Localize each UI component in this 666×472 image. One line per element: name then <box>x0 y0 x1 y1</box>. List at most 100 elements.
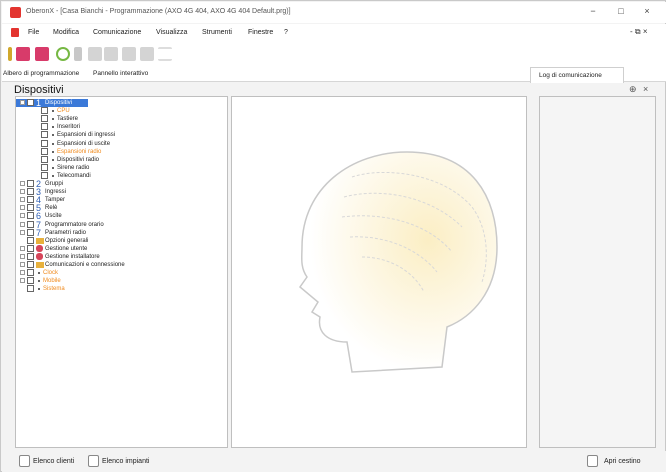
tree-item[interactable]: 7 Programmatore orario <box>16 220 216 229</box>
export-icon[interactable] <box>140 47 154 61</box>
tree-item[interactable]: Sistema <box>16 285 216 293</box>
tree-item[interactable]: Sirene radio <box>16 163 216 172</box>
head-illustration <box>298 151 498 373</box>
tree-item[interactable]: 2 Gruppi <box>16 180 216 189</box>
expand-toggle-icon[interactable] <box>20 189 25 195</box>
bullet-icon <box>52 158 54 161</box>
open-icon[interactable] <box>16 47 30 61</box>
tree-item[interactable]: Tastiere <box>16 115 216 123</box>
tree-item[interactable]: CPU <box>16 107 216 115</box>
tree-item[interactable]: 4 Tamper <box>16 196 216 205</box>
tree-item[interactable]: 1 Dispositivi <box>16 99 88 108</box>
tree-item[interactable]: Telecomandi <box>16 171 216 180</box>
menu-finestre[interactable]: Finestre <box>248 29 273 36</box>
tree-item[interactable]: Mobile <box>16 277 216 285</box>
tree-item[interactable]: Comunicazioni e connessione <box>16 261 216 269</box>
tree-checkbox[interactable] <box>41 123 48 131</box>
tab-pannello-interattivo[interactable]: Pannello interattivo <box>93 70 148 77</box>
tree-item[interactable]: Espansioni di uscite <box>16 139 216 148</box>
tree-item[interactable]: Gestione installatore <box>16 252 216 261</box>
upload-icon[interactable] <box>104 47 118 61</box>
compare-icon[interactable] <box>122 47 136 61</box>
tree-item[interactable]: 5 Relè <box>16 204 216 213</box>
tree-item-label: Telecomandi <box>57 172 91 179</box>
mdi-window-controls[interactable]: - ⧉ × <box>630 27 648 37</box>
tree-checkbox[interactable] <box>27 277 34 285</box>
tree-checkbox[interactable] <box>27 212 34 220</box>
stop-icon[interactable] <box>74 47 82 61</box>
tree-checkbox[interactable] <box>27 252 34 260</box>
tree-checkbox[interactable] <box>27 188 34 196</box>
bullet-icon <box>38 288 40 291</box>
bullet-icon <box>52 166 54 169</box>
panel-close-icon[interactable]: × <box>643 84 648 94</box>
tree-checkbox[interactable] <box>41 155 48 163</box>
tree-item[interactable]: 6 Uscite <box>16 212 216 221</box>
tree-checkbox[interactable] <box>27 180 34 187</box>
list-icon[interactable] <box>158 47 172 61</box>
tree-item[interactable]: 3 Ingressi <box>16 188 216 197</box>
clients-list-button[interactable]: Elenco clienti <box>33 458 74 465</box>
tree-item-label: Sistema <box>43 286 65 293</box>
tree-checkbox[interactable] <box>41 163 48 171</box>
download-icon[interactable] <box>88 47 102 61</box>
tree-item[interactable]: Inseritori <box>16 123 216 131</box>
menu-modifica[interactable]: Modifica <box>53 29 79 36</box>
maximize-button[interactable]: □ <box>614 6 628 16</box>
close-button[interactable]: × <box>640 6 654 16</box>
expand-toggle-icon[interactable] <box>20 213 25 219</box>
menu-visualizza[interactable]: Visualizza <box>156 29 187 36</box>
tree-item[interactable]: Opzioni generali <box>16 236 216 245</box>
tree-checkbox[interactable] <box>27 285 34 293</box>
tab-albero-programmazione[interactable]: Albero di programmazione <box>3 70 79 77</box>
tree-checkbox[interactable] <box>27 269 34 277</box>
tree-checkbox[interactable] <box>27 196 34 204</box>
menu-file[interactable]: File <box>28 29 39 36</box>
tree-checkbox[interactable] <box>27 236 34 244</box>
tree-checkbox[interactable] <box>41 115 48 123</box>
plants-list-button[interactable]: Elenco impianti <box>102 458 149 465</box>
tree-item[interactable]: Clock <box>16 269 216 277</box>
tree-item[interactable]: Espansioni radio <box>16 147 216 156</box>
expand-toggle-icon[interactable] <box>20 100 25 105</box>
tree-checkbox[interactable] <box>41 107 48 115</box>
expand-toggle-icon[interactable] <box>20 181 25 186</box>
tree-checkbox[interactable] <box>41 139 48 147</box>
play-icon[interactable] <box>56 47 70 61</box>
expand-toggle-icon[interactable] <box>20 262 25 267</box>
tab-log-comunicazione[interactable]: Log di comunicazione <box>530 67 624 83</box>
expand-toggle-icon[interactable] <box>20 221 25 227</box>
expand-toggle-icon[interactable] <box>20 278 25 284</box>
tree-checkbox[interactable] <box>41 131 48 139</box>
menu-comunicazione[interactable]: Comunicazione <box>93 29 141 36</box>
save-icon[interactable] <box>35 47 49 61</box>
menu-help[interactable]: ? <box>284 29 288 36</box>
tree-checkbox[interactable] <box>27 228 34 236</box>
tree-checkbox[interactable] <box>41 171 48 179</box>
tree-item[interactable]: Dispositivi radio <box>16 155 216 164</box>
panel-title: Dispositivi <box>14 84 64 96</box>
pin-icon[interactable]: ⊕ <box>629 84 637 95</box>
expand-toggle-icon[interactable] <box>20 253 25 259</box>
tree-checkbox[interactable] <box>27 244 34 252</box>
expand-toggle-icon[interactable] <box>20 245 25 251</box>
tree-item-label: CPU <box>57 108 70 115</box>
clients-icon <box>19 455 30 467</box>
tree-item[interactable]: Espansioni di ingressi <box>16 131 216 139</box>
tree-checkbox[interactable] <box>27 204 34 212</box>
expand-toggle-icon[interactable] <box>20 205 25 211</box>
tree-checkbox[interactable] <box>27 220 34 228</box>
tree-item[interactable]: Gestione utente <box>16 244 216 253</box>
tree-checkbox[interactable] <box>27 99 34 106</box>
tree-checkbox[interactable] <box>41 147 48 155</box>
expand-toggle-icon[interactable] <box>20 229 25 235</box>
tree-checkbox[interactable] <box>27 261 34 268</box>
expand-toggle-icon[interactable] <box>20 197 25 203</box>
open-trash-button[interactable]: Apri cestino <box>604 458 641 465</box>
bullet-icon <box>52 118 54 121</box>
bullet-icon <box>38 272 40 275</box>
menu-strumenti[interactable]: Strumenti <box>202 29 232 36</box>
expand-toggle-icon[interactable] <box>20 270 25 276</box>
tree-item[interactable]: 7 Parametri radio <box>16 228 216 237</box>
minimize-button[interactable]: − <box>586 6 600 16</box>
